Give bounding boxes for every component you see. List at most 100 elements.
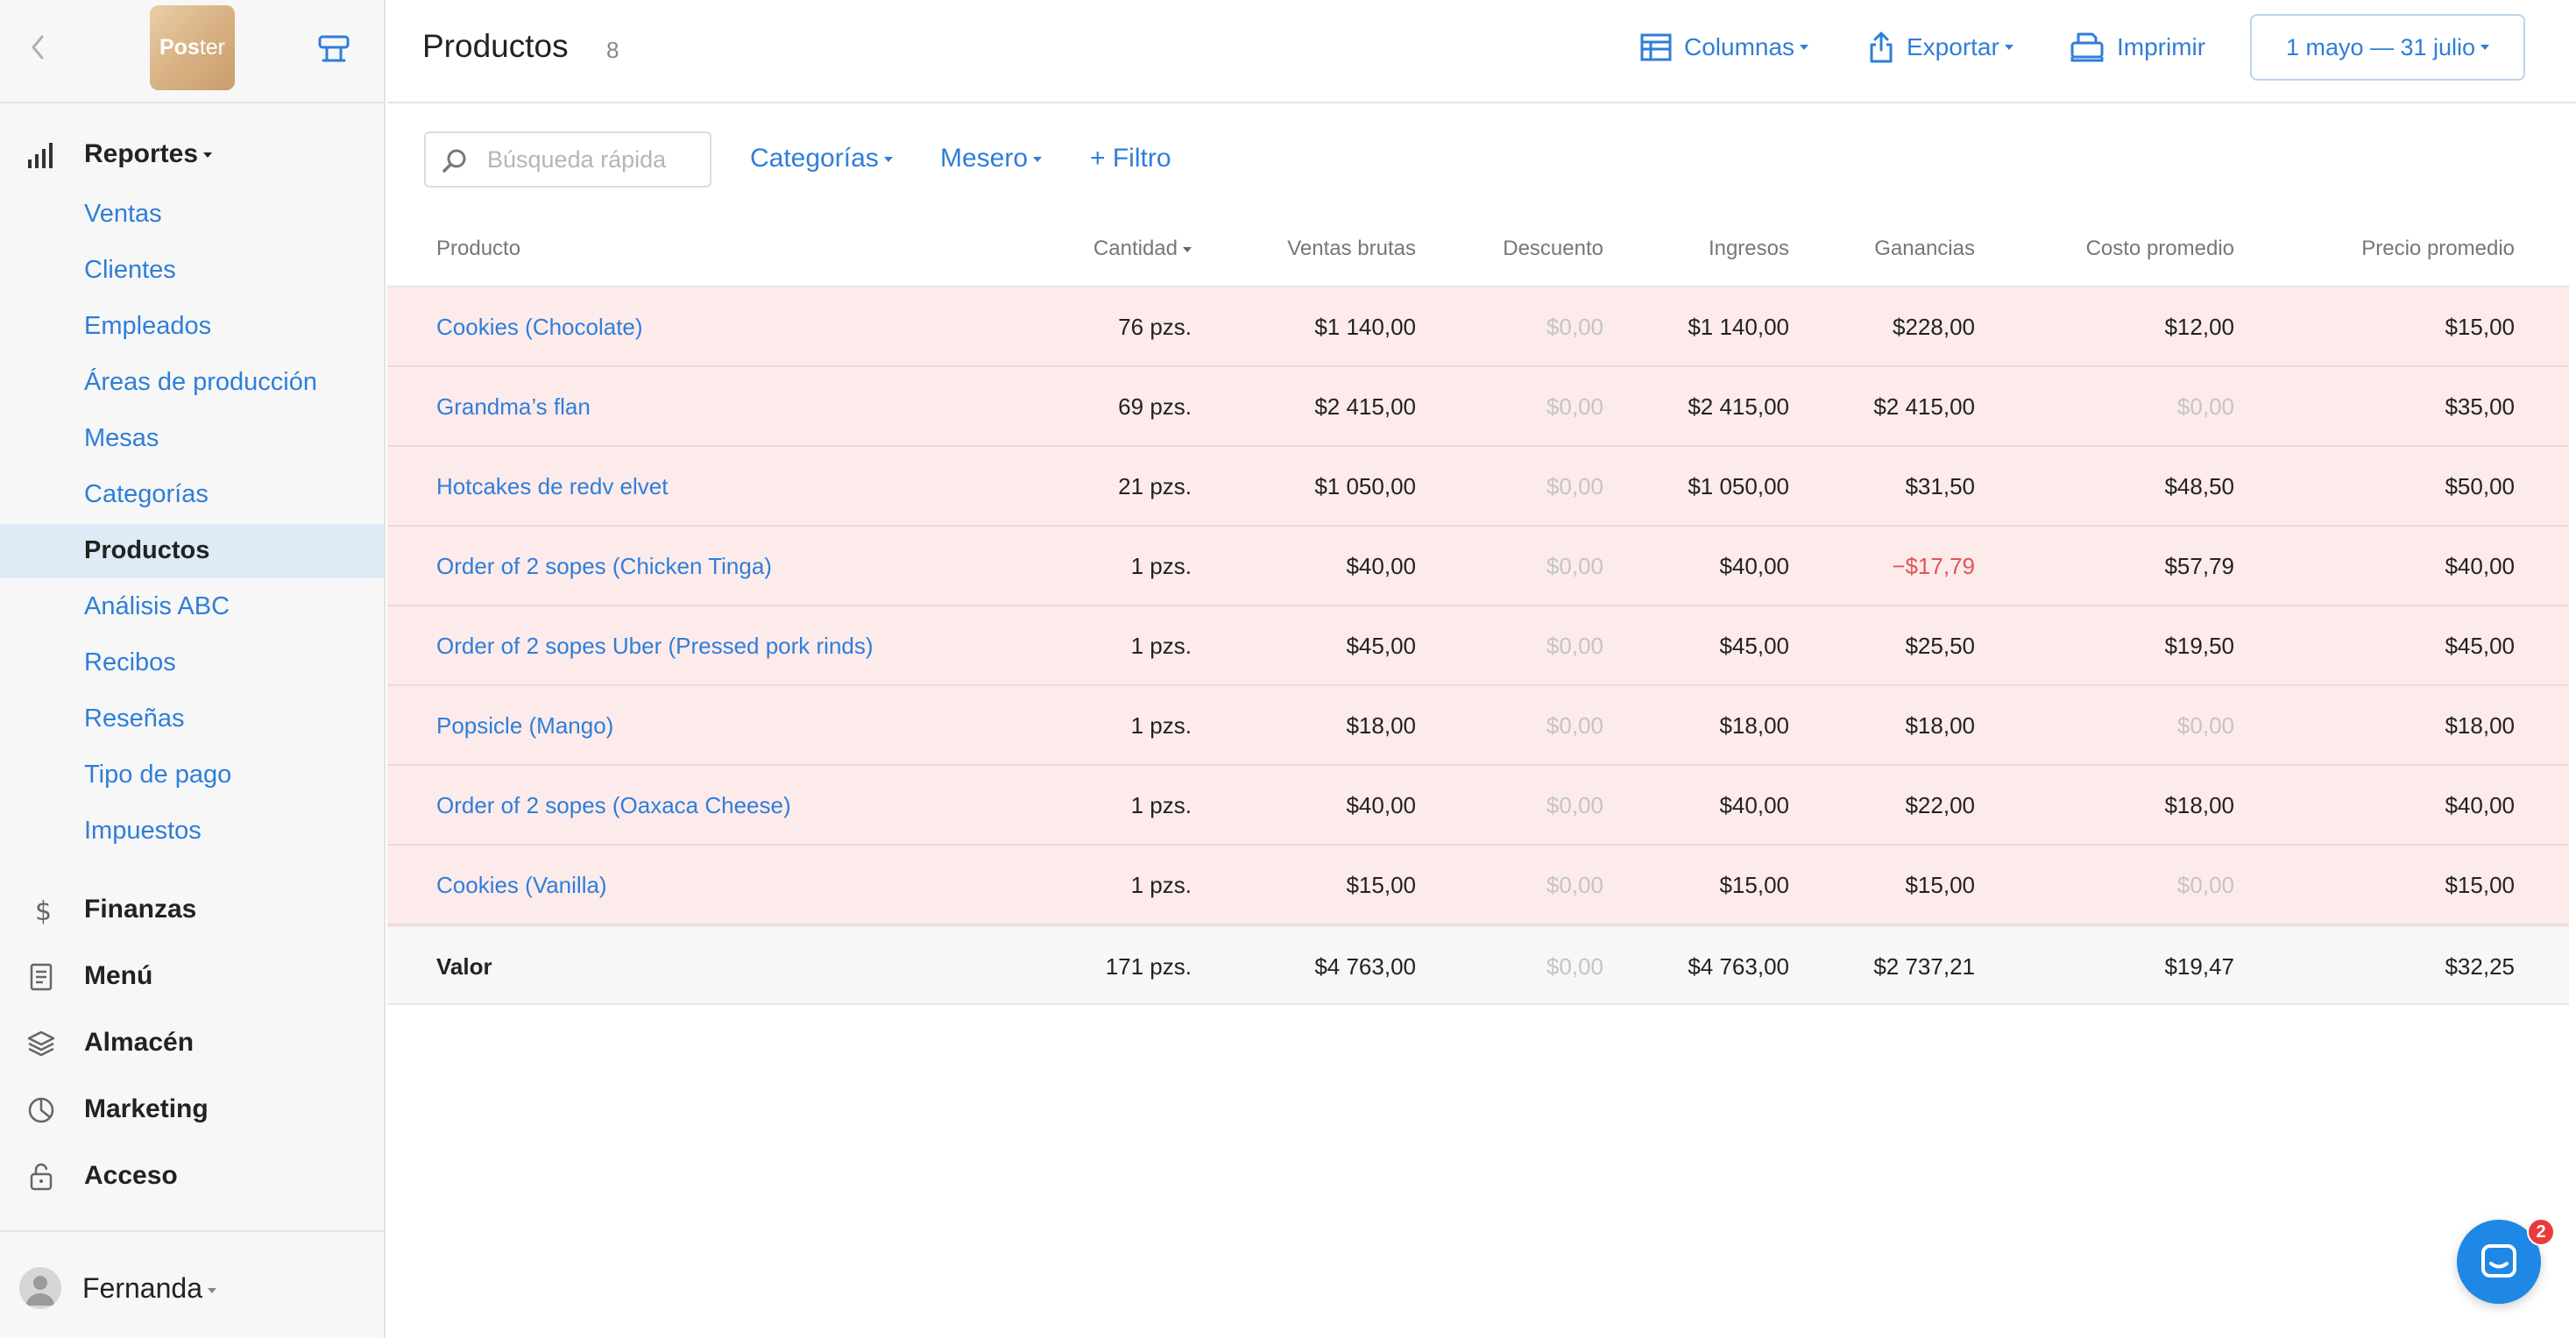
caret-down-icon <box>207 1287 216 1293</box>
column-header-product[interactable]: Producto <box>436 237 520 261</box>
table-row[interactable]: Order of 2 sopes Uber (Pressed pork rind… <box>387 606 2569 686</box>
sidebar-item-clientes[interactable]: Clientes <box>0 244 384 298</box>
sidebar-item-resenas[interactable]: Reseñas <box>0 692 384 747</box>
cell-profit: $18,00 <box>1905 712 1975 739</box>
nav-section-reports[interactable]: Reportes <box>0 126 384 182</box>
sidebar-item-productos[interactable]: Productos <box>0 524 384 578</box>
columns-button[interactable]: Columnas <box>1640 28 1809 67</box>
sidebar-item-ventas[interactable]: Ventas <box>0 188 384 242</box>
sidebar-item-impuestos[interactable]: Impuestos <box>0 804 384 859</box>
cell-discount: $0,00 <box>1546 953 1603 980</box>
cell-product[interactable]: Cookies (Chocolate) <box>436 314 1102 341</box>
sidebar-item-areas-produccion[interactable]: Áreas de producción <box>0 356 384 410</box>
caret-down-icon <box>1800 45 1809 50</box>
pos-terminal-button[interactable] <box>315 32 352 67</box>
column-header-discount[interactable]: Descuento <box>1428 237 1603 261</box>
nav-section-menu[interactable]: Menú <box>0 948 384 1004</box>
cell-product[interactable]: Order of 2 sopes (Chicken Tinga) <box>436 553 1102 580</box>
column-header-avg-price[interactable]: Precio promedio <box>2252 237 2515 261</box>
nav-section-acceso[interactable]: Acceso <box>0 1148 384 1204</box>
column-header-avg-cost[interactable]: Costo promedio <box>1971 237 2234 261</box>
print-button[interactable]: Imprimir <box>2070 28 2205 67</box>
sidebar-item-categorias[interactable]: Categorías <box>0 468 384 522</box>
cell-quantity: 21 pzs. <box>1118 473 1192 499</box>
cell-income: $4 763,00 <box>1688 953 1789 980</box>
cell-product[interactable]: Hotcakes de redv elvet <box>436 473 1102 500</box>
export-button[interactable]: Exportar <box>1868 28 2013 67</box>
cell-product[interactable]: Grandma’s flan <box>436 393 1102 421</box>
cell-product[interactable]: Popsicle (Mango) <box>436 712 1102 740</box>
column-header-income[interactable]: Ingresos <box>1614 237 1789 261</box>
cell-avg-price: $18,00 <box>2445 712 2515 739</box>
sidebar-item-analisis-abc[interactable]: Análisis ABC <box>0 580 384 634</box>
cell-profit: $2 737,21 <box>1873 953 1975 980</box>
cell-discount: $0,00 <box>1546 633 1603 659</box>
cell-discount: $0,00 <box>1546 473 1603 499</box>
table-row[interactable]: Grandma’s flan 69 pzs. $2 415,00 $0,00 $2 41… <box>387 367 2569 447</box>
cell-avg-price: $40,00 <box>2445 553 2515 579</box>
column-header-quantity[interactable]: Cantidad <box>1016 237 1192 261</box>
page-title: Productos <box>422 28 569 64</box>
nav-section-almacen[interactable]: Almacén <box>0 1015 384 1071</box>
brand-logo[interactable]: Pos ter <box>150 5 235 90</box>
sidebar-item-empleados[interactable]: Empleados <box>0 300 384 354</box>
cell-avg-cost: $0,00 <box>2176 872 2234 898</box>
table-total-row: Valor 171 pzs. $4 763,00 $0,00 $4 763,00 $2 7… <box>387 925 2569 1005</box>
table-row[interactable]: Hotcakes de redv elvet 21 pzs. $1 050,00 $0… <box>387 447 2569 527</box>
cell-income: $40,00 <box>1719 553 1789 579</box>
avatar[interactable] <box>19 1267 61 1309</box>
cell-profit: $25,50 <box>1905 633 1975 659</box>
sidebar-item-mesas[interactable]: Mesas <box>0 412 384 466</box>
table-row[interactable]: Order of 2 sopes (Oaxaca Cheese) 1 pzs. $4… <box>387 766 2569 846</box>
search-input[interactable] <box>487 140 703 179</box>
cell-discount: $0,00 <box>1546 393 1603 420</box>
nav-section-finanzas[interactable]: $ Finanzas <box>0 881 384 938</box>
cell-income: $2 415,00 <box>1688 393 1789 420</box>
cell-income: $40,00 <box>1719 792 1789 818</box>
pie-chart-icon <box>28 1097 54 1123</box>
cell-discount: $0,00 <box>1546 792 1603 818</box>
nav-section-marketing[interactable]: Marketing <box>0 1081 384 1137</box>
cell-discount: $0,00 <box>1546 553 1603 579</box>
document-icon <box>30 963 53 991</box>
table-row[interactable]: Cookies (Chocolate) 76 pzs. $1 140,00 $0,00… <box>387 287 2569 367</box>
cell-profit: $2 415,00 <box>1873 393 1975 420</box>
cell-avg-price: $15,00 <box>2445 314 2515 340</box>
layers-icon <box>27 1030 55 1057</box>
bar-chart-icon <box>28 143 53 168</box>
sort-caret-icon <box>1183 246 1192 252</box>
categories-filter[interactable]: Categorías <box>750 144 893 173</box>
cell-product[interactable]: Order of 2 sopes (Oaxaca Cheese) <box>436 792 1102 819</box>
table-row[interactable]: Cookies (Vanilla) 1 pzs. $15,00 $0,00 $15,00… <box>387 846 2569 925</box>
sidebar: Pos ter Reportes Ventas Clientes Empleado… <box>0 0 386 1338</box>
cell-product[interactable]: Order of 2 sopes Uber (Pressed pork rind… <box>436 633 1102 660</box>
cell-gross-sales: $4 763,00 <box>1314 953 1416 980</box>
svg-text:$: $ <box>35 896 52 925</box>
cell-quantity: 1 pzs. <box>1130 872 1192 898</box>
nav-reports-label: Reportes <box>84 139 199 168</box>
table-row[interactable]: Order of 2 sopes (Chicken Tinga) 1 pzs. $4… <box>387 527 2569 606</box>
column-header-profit[interactable]: Ganancias <box>1800 237 1975 261</box>
chat-icon <box>2481 1244 2516 1278</box>
column-header-gross-sales[interactable]: Ventas brutas <box>1197 237 1416 261</box>
quick-search <box>424 131 711 188</box>
waiter-filter[interactable]: Mesero <box>940 144 1043 173</box>
date-range-picker[interactable]: 1 mayo — 31 julio <box>2250 14 2525 81</box>
cell-income: $1 140,00 <box>1688 314 1789 340</box>
add-filter-button[interactable]: + Filtro <box>1090 144 1171 173</box>
user-menu[interactable]: Fernanda <box>82 1272 216 1305</box>
table-row[interactable]: Popsicle (Mango) 1 pzs. $18,00 $0,00 $18,00 $… <box>387 686 2569 766</box>
sidebar-item-tipo-de-pago[interactable]: Tipo de pago <box>0 748 384 803</box>
cell-quantity: 1 pzs. <box>1130 792 1192 818</box>
back-button[interactable] <box>26 30 53 65</box>
pos-terminal-icon <box>318 35 350 62</box>
cell-quantity: 76 pzs. <box>1118 314 1192 340</box>
caret-down-icon <box>1033 157 1043 163</box>
sidebar-item-recibos[interactable]: Recibos <box>0 636 384 690</box>
cell-gross-sales: $1 050,00 <box>1314 473 1416 499</box>
cell-product[interactable]: Cookies (Vanilla) <box>436 872 1102 899</box>
cell-gross-sales: $45,00 <box>1346 633 1416 659</box>
cell-avg-cost: $19,50 <box>2164 633 2234 659</box>
user-icon <box>26 1276 54 1306</box>
cell-profit: $228,00 <box>1893 314 1975 340</box>
